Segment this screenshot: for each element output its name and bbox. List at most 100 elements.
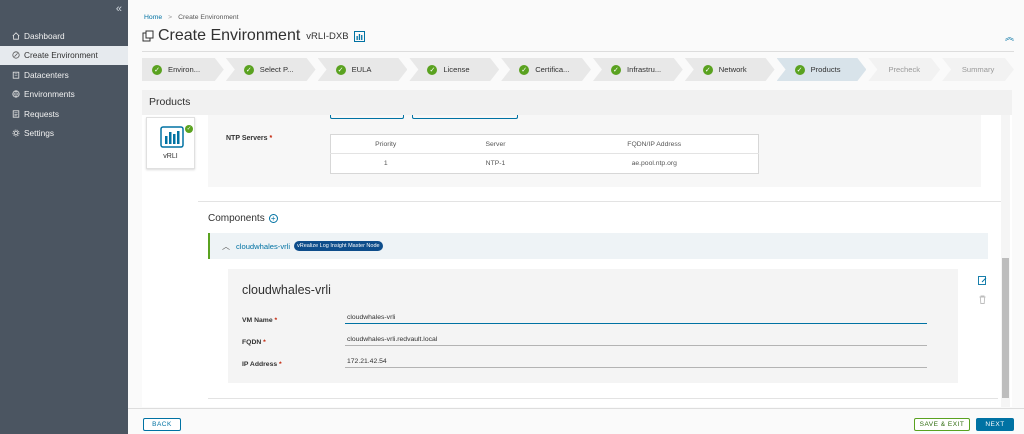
column-header-server: Server — [440, 134, 551, 154]
step-network[interactable]: ✓ Network — [685, 58, 775, 81]
sidebar-item-datacenters[interactable]: Datacenters — [0, 65, 128, 85]
sidebar-item-label: Environments — [24, 89, 75, 100]
create-icon — [12, 51, 20, 59]
products-content: ✓ vRLI NTP Servers * Priority Server FQD… — [142, 115, 1012, 407]
required-marker: * — [269, 135, 273, 142]
column-header-priority: Priority — [330, 134, 441, 154]
components-title-text: Components — [208, 213, 265, 224]
sidebar-item-requests[interactable]: Requests — [0, 104, 128, 124]
step-label: Environ... — [168, 65, 201, 74]
footer-divider — [128, 408, 1024, 409]
create-environment-icon — [142, 30, 154, 42]
step-label: Certifica... — [535, 65, 570, 74]
partial-button[interactable] — [412, 115, 518, 119]
components-title: Components + — [208, 213, 278, 224]
environment-name: vRLI-DXB — [306, 30, 349, 42]
sidebar-nav: Dashboard Create Environment Datacenters… — [0, 26, 128, 143]
step-label: Select P... — [259, 65, 294, 74]
ntp-servers-label: NTP Servers * — [226, 135, 272, 142]
breadcrumb-separator: > — [168, 14, 173, 21]
check-icon: ✓ — [611, 65, 621, 75]
chevron-up-icon[interactable]: ︿ — [222, 241, 230, 252]
partial-button[interactable] — [330, 115, 404, 119]
sidebar-item-label: Create Environment — [24, 50, 98, 61]
sidebar-item-settings[interactable]: Settings — [0, 124, 128, 144]
main-area: Home > Create Environment Create Environ… — [128, 0, 1024, 434]
cell-fqdn: ae.pool.ntp.org — [631, 160, 677, 167]
content-scrollbar-thumb[interactable] — [1002, 258, 1009, 398]
check-icon: ✓ — [336, 65, 346, 75]
check-icon: ✓ — [185, 125, 193, 133]
component-name[interactable]: cloudwhales-vrli — [236, 242, 290, 251]
sidebar-item-create-environment[interactable]: Create Environment — [0, 45, 128, 65]
check-icon: ✓ — [703, 65, 713, 75]
check-icon: ✓ — [519, 65, 529, 75]
home-icon — [12, 31, 20, 40]
header-divider — [142, 51, 1014, 52]
edit-component-icon[interactable] — [978, 276, 987, 285]
vm-name-input[interactable] — [345, 312, 927, 324]
ntp-section: NTP Servers * Priority Server FQDN/IP Ad… — [208, 115, 981, 187]
check-icon: ✓ — [152, 65, 162, 75]
step-infrastructure[interactable]: ✓ Infrastru... — [593, 58, 683, 81]
page-title: Create Environment vRLI-DXB — [142, 27, 365, 45]
sidebar-item-dashboard[interactable]: Dashboard — [0, 26, 128, 46]
sidebar-item-label: Dashboard — [24, 30, 65, 41]
check-icon: ✓ — [427, 65, 437, 75]
ip-address-input[interactable] — [345, 356, 927, 368]
delete-component-icon[interactable] — [978, 295, 987, 304]
step-license[interactable]: ✓ License — [409, 58, 499, 81]
breadcrumb-current: Create Environment — [178, 14, 239, 21]
required-marker: * — [263, 339, 266, 346]
save-and-exit-button[interactable]: SAVE & EXIT — [914, 418, 970, 431]
table-header-row: Priority Server FQDN/IP Address — [330, 134, 759, 154]
component-form-title: cloudwhales-vrli — [242, 283, 331, 297]
fqdn-label-text: FQDN — [242, 339, 262, 346]
ntp-servers-label-text: NTP Servers — [226, 135, 268, 142]
step-precheck: Precheck — [868, 58, 940, 81]
next-button[interactable]: NEXT — [976, 418, 1014, 431]
breadcrumb-home-link[interactable]: Home — [144, 14, 162, 21]
column-header-fqdn: FQDN/IP Address — [550, 134, 759, 154]
step-label: Infrastru... — [626, 65, 662, 74]
vrli-product-icon — [353, 30, 365, 42]
step-select-products[interactable]: ✓ Select P... — [226, 58, 316, 81]
sidebar: « Dashboard Create Environment Datacente… — [0, 0, 128, 434]
step-label: Precheck — [888, 65, 921, 74]
step-label: Network — [718, 65, 747, 74]
component-row-cloudwhales-vrli[interactable]: ︿ cloudwhales-vrli vRealize Log Insight … — [208, 233, 988, 259]
vm-name-label-text: VM Name — [242, 317, 273, 324]
fqdn-label: FQDN * — [242, 339, 266, 346]
add-component-icon[interactable]: + — [268, 214, 278, 223]
product-card-label: vRLI — [163, 153, 178, 160]
step-environment[interactable]: ✓ Environ... — [142, 58, 224, 81]
step-products[interactable]: ✓ Products — [777, 58, 867, 81]
gear-icon — [12, 129, 20, 137]
sidebar-item-label: Requests — [24, 108, 60, 119]
step-summary: Summary — [942, 58, 1014, 81]
step-label: Summary — [961, 65, 995, 74]
building-icon — [12, 71, 20, 79]
component-role-badge: vRealize Log Insight Master Node — [294, 241, 383, 251]
product-card-vrli[interactable]: ✓ vRLI — [146, 117, 195, 169]
sidebar-item-environments[interactable]: Environments — [0, 85, 128, 105]
cell-server: NTP-1 — [485, 160, 506, 167]
ip-address-label-text: IP Address — [242, 361, 278, 368]
step-certificate[interactable]: ✓ Certifica... — [501, 58, 591, 81]
required-marker: * — [279, 361, 282, 368]
fqdn-input[interactable] — [345, 334, 927, 346]
collapse-header-icon[interactable]: ︽ — [1005, 30, 1014, 43]
table-row[interactable]: 1 NTP-1 ae.pool.ntp.org — [331, 154, 759, 174]
sidebar-item-label: Datacenters — [24, 69, 69, 80]
step-label: EULA — [351, 65, 372, 74]
check-icon: ✓ — [244, 65, 254, 75]
check-icon: ✓ — [795, 65, 805, 75]
environment-icon — [12, 90, 20, 98]
step-eula[interactable]: ✓ EULA — [318, 58, 408, 81]
ip-address-label: IP Address * — [242, 361, 282, 368]
products-section-title: Products — [142, 90, 1012, 115]
breadcrumb: Home > Create Environment — [144, 14, 239, 21]
page-title-text: Create Environment — [158, 27, 301, 44]
back-button[interactable]: BACK — [143, 418, 181, 431]
collapse-sidebar-icon[interactable]: « — [116, 3, 122, 15]
